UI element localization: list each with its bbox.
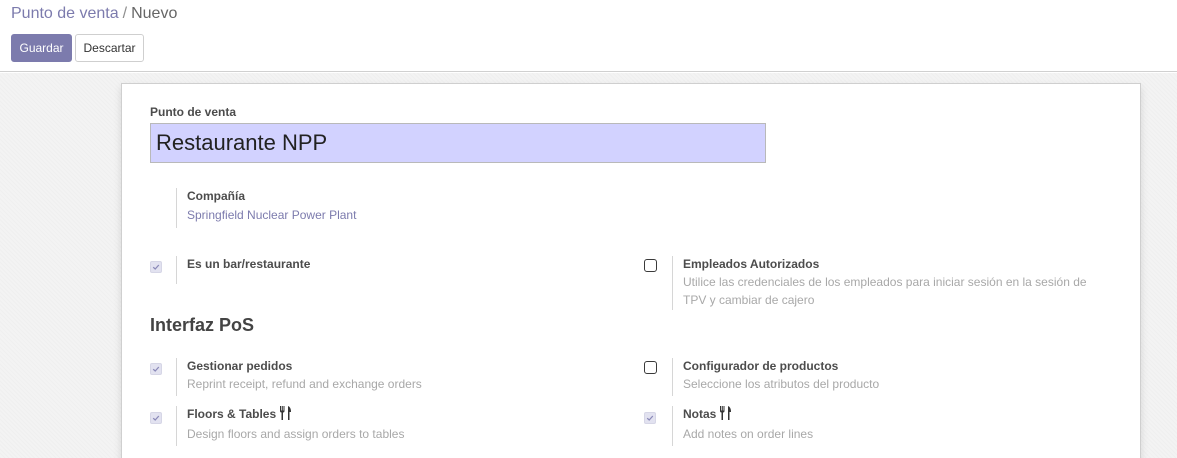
manage-orders-checkbox[interactable] [150, 363, 162, 375]
manage-orders-field: Gestionar pedidos Reprint receipt, refun… [176, 358, 576, 396]
company-field: Compañía Springfield Nuclear Power Plant [176, 188, 576, 228]
notes-label-row: Notas [683, 406, 1072, 424]
breadcrumb-parent-link[interactable]: Punto de venta [11, 5, 119, 22]
discard-button[interactable]: Descartar [75, 34, 144, 62]
name-field-label: Punto de venta [150, 105, 237, 119]
authorized-employees-checkbox[interactable] [644, 259, 657, 272]
product-configurator-help: Seleccione los atributos del producto [683, 377, 880, 391]
company-label: Compañía [187, 189, 246, 203]
control-panel: Punto de venta / Nuevo Guardar Descartar [0, 0, 1177, 72]
product-configurator-checkbox[interactable] [644, 361, 657, 374]
authorized-employees-label: Empleados Autorizados [683, 257, 820, 271]
utensils-icon [719, 406, 732, 424]
notes-field: Notas Add notes on order lines [672, 406, 1072, 446]
floors-tables-checkbox[interactable] [150, 412, 162, 424]
notes-help: Add notes on order lines [683, 427, 814, 441]
breadcrumb-separator: / [122, 5, 128, 22]
notes-label: Notas [683, 407, 717, 421]
floors-tables-label-row: Floors & Tables [187, 406, 576, 424]
checkmark-icon [152, 264, 160, 270]
is-restaurant-field: Es un bar/restaurante [176, 256, 556, 284]
breadcrumb-current: Nuevo [131, 5, 178, 22]
manage-orders-label: Gestionar pedidos [187, 359, 293, 373]
authorized-employees-help: Utilice las credenciales de los empleado… [683, 275, 1087, 307]
utensils-icon [279, 406, 292, 424]
floors-tables-label: Floors & Tables [187, 407, 277, 421]
name-input[interactable]: Restaurante NPP [150, 123, 766, 163]
section-title-pos-interface: Interfaz PoS [150, 315, 255, 335]
form-content-area: Punto de venta Restaurante NPP Compañía … [0, 73, 1177, 458]
floors-tables-field: Floors & Tables Design floors and assign… [176, 406, 576, 446]
is-restaurant-checkbox[interactable] [150, 261, 162, 273]
floors-tables-help: Design floors and assign orders to table… [187, 427, 405, 441]
company-value[interactable]: Springfield Nuclear Power Plant [187, 206, 576, 224]
form-sheet: Punto de venta Restaurante NPP Compañía … [121, 83, 1141, 458]
manage-orders-help: Reprint receipt, refund and exchange ord… [187, 377, 422, 391]
breadcrumb: Punto de venta / Nuevo [11, 5, 177, 23]
authorized-employees-field: Empleados Autorizados Utilice las creden… [672, 256, 1112, 310]
save-button[interactable]: Guardar [11, 34, 72, 62]
checkmark-icon [152, 366, 160, 372]
checkmark-icon [152, 415, 160, 421]
product-configurator-label: Configurador de productos [683, 359, 839, 373]
is-restaurant-label: Es un bar/restaurante [187, 257, 311, 271]
notes-checkbox[interactable] [644, 412, 656, 424]
product-configurator-field: Configurador de productos Seleccione los… [672, 358, 1072, 396]
checkmark-icon [646, 415, 654, 421]
